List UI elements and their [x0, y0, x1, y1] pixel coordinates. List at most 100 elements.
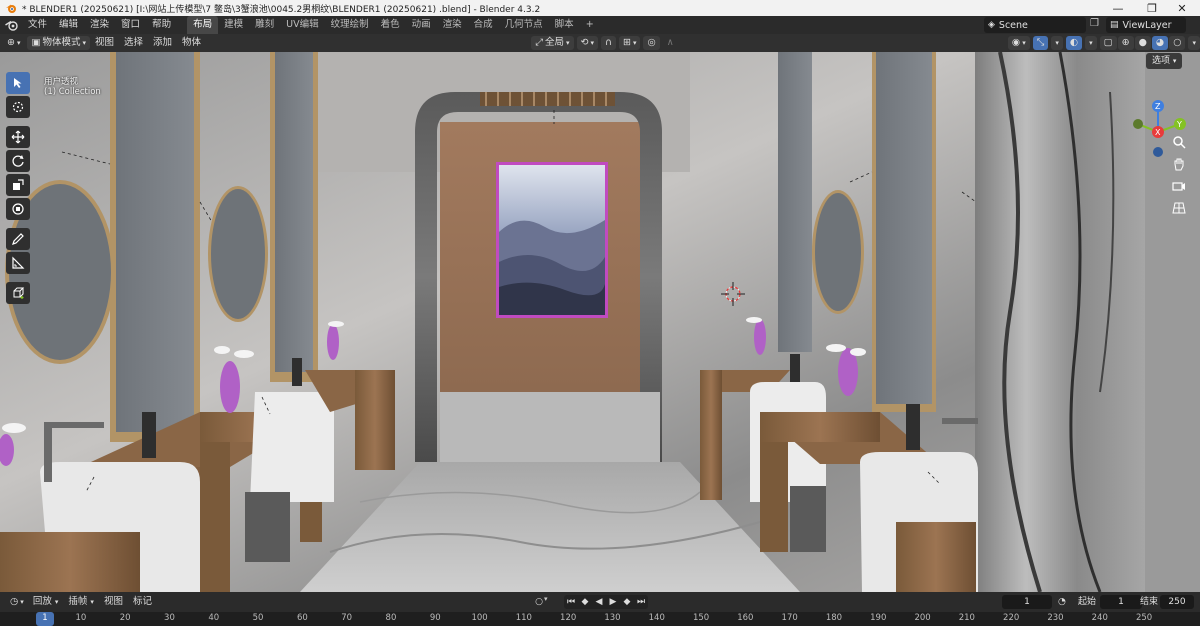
tab-animation[interactable]: 动画 [406, 16, 437, 34]
timeline-tick-label: 1 [42, 613, 48, 623]
menu-timeline-view[interactable]: 视图 [99, 595, 128, 609]
material-sphere-icon: ◕ [1155, 37, 1165, 48]
select-box-tool[interactable] [6, 72, 30, 94]
annotate-tool[interactable] [6, 228, 30, 250]
menu-marker[interactable]: 标记 [128, 595, 157, 609]
chevron-down-icon[interactable]: ▾ [544, 595, 548, 603]
add-workspace-button[interactable]: + [580, 16, 600, 34]
playback-controls: ⏮ ◆ ◀ ▶ ◆ ⏭ [564, 595, 648, 609]
camera-view-button[interactable] [1169, 176, 1189, 196]
measure-tool[interactable] [6, 252, 30, 274]
tab-modeling[interactable]: 建模 [218, 16, 249, 34]
object-mode-dropdown[interactable]: ▣ 物体模式 ▾ [27, 36, 90, 50]
maximize-button[interactable]: ❐ [1138, 0, 1166, 16]
overlay-toggle[interactable]: ◐ [1065, 36, 1083, 50]
timeline-tick-label: 90 [429, 613, 441, 623]
blender-menu-icon[interactable] [0, 20, 22, 31]
timeline-tick-label: 190 [870, 613, 887, 623]
timeline-ruler[interactable]: 1 10 20 30 40 50 60 70 80 90 100 110 120 130 140 150 160… [0, 612, 1200, 626]
snap-target-dropdown[interactable]: ⊞ ▾ [618, 36, 641, 50]
shading-rendered-button[interactable]: ○ [1169, 36, 1186, 50]
menu-playback[interactable]: 回放 ▾ [28, 595, 64, 609]
next-keyframe-button[interactable]: ◆ [620, 595, 634, 609]
move-tool[interactable] [6, 126, 30, 148]
timeline-editor-type[interactable]: ◷ ▾ [6, 595, 28, 609]
3d-viewport[interactable]: 用户透视 (1) Collection Z X Y 选项 ▾ [0, 52, 1200, 592]
jump-end-button[interactable]: ⏭ [634, 595, 648, 609]
tab-uv-editing[interactable]: UV编辑 [280, 16, 324, 34]
new-scene-icon[interactable]: ❐ [1090, 18, 1099, 29]
overlay-dropdown[interactable]: ▾ [1085, 36, 1097, 50]
tab-compositing[interactable]: 合成 [468, 16, 499, 34]
jump-end-icon: ⏭ [636, 597, 646, 607]
menu-help[interactable]: 帮助 [146, 16, 177, 34]
snap-toggle[interactable]: ∩ [601, 36, 616, 50]
tab-layout[interactable]: 布局 [187, 16, 219, 34]
overlay-icon: ◐ [1069, 37, 1079, 48]
editor-type-button[interactable]: ⊕ ▾ [3, 36, 24, 50]
tab-shading[interactable]: 着色 [375, 16, 406, 34]
gizmo-toggle[interactable]: ⤡ [1032, 36, 1049, 50]
menu-add[interactable]: 添加 [148, 36, 177, 50]
axis-y-label[interactable]: Y [1177, 120, 1182, 129]
chevron-down-icon: ▾ [82, 39, 86, 47]
tab-scripting[interactable]: 脚本 [549, 16, 580, 34]
view-layer-selector[interactable]: ▤ ViewLayer [1106, 17, 1186, 33]
start-frame-label: 起始 [1078, 597, 1097, 607]
visibility-dropdown[interactable]: ◉ ▾ [1007, 36, 1030, 50]
shading-material-button[interactable]: ◕ [1151, 36, 1169, 50]
proportional-edit-toggle[interactable]: ◎ [643, 36, 660, 50]
pivot-point-dropdown[interactable]: ⟲ ▾ [576, 36, 599, 50]
shading-dropdown[interactable]: ▾ [1188, 36, 1200, 50]
menu-file[interactable]: 文件 [22, 16, 53, 34]
timeline-tick-label: 50 [252, 613, 264, 623]
play-reverse-button[interactable]: ◀ [592, 595, 606, 609]
minimize-button[interactable]: — [1104, 0, 1132, 16]
falloff-dropdown[interactable]: ∧ [663, 36, 678, 50]
xray-toggle[interactable]: ▢ [1099, 36, 1117, 50]
add-cube-tool[interactable] [6, 282, 30, 304]
tab-geometry-nodes[interactable]: 几何节点 [499, 16, 549, 34]
transform-orientation-dropdown[interactable]: ⤢ 全局 ▾ [531, 36, 574, 50]
move-arrows-icon [11, 130, 25, 144]
menu-render[interactable]: 渲染 [84, 16, 115, 34]
play-button[interactable]: ▶ [606, 595, 620, 609]
gizmo-dropdown[interactable]: ▾ [1051, 36, 1063, 50]
pan-button[interactable] [1169, 154, 1189, 174]
axis-z-label[interactable]: Z [1155, 102, 1160, 111]
transform-tool[interactable] [6, 198, 30, 220]
start-frame-field[interactable]: 1 [1100, 595, 1142, 609]
menu-window[interactable]: 窗口 [115, 16, 146, 34]
jump-start-button[interactable]: ⏮ [564, 595, 578, 609]
prev-keyframe-button[interactable]: ◆ [578, 595, 592, 609]
falloff-icon: ∧ [666, 37, 674, 48]
shading-wireframe-button[interactable]: ⊕ [1117, 36, 1134, 50]
blender-logo-icon [4, 1, 18, 15]
viewport-header: ⊕ ▾ ▣ 物体模式 ▾ 视图 选择 添加 物体 ⤢ 全局 ▾ ⟲ ▾ ∩ ⊞ ▾ ◎… [0, 34, 1200, 52]
shading-solid-button[interactable]: ● [1134, 36, 1151, 50]
menu-view[interactable]: 视图 [90, 36, 119, 50]
axis-x-label[interactable]: X [1155, 128, 1160, 137]
timeline-tick-label: 60 [296, 613, 308, 623]
options-dropdown[interactable]: 选项 ▾ [1146, 53, 1183, 69]
zoom-button[interactable] [1169, 132, 1189, 152]
tab-texture-paint[interactable]: 纹理绘制 [325, 16, 375, 34]
menu-keying[interactable]: 插帧 ▾ [63, 595, 99, 609]
scene-name: Scene [998, 19, 1028, 31]
scale-tool[interactable] [6, 174, 30, 196]
perspective-toggle-button[interactable] [1169, 198, 1189, 218]
end-frame-field[interactable]: 250 [1160, 595, 1194, 609]
scene-selector[interactable]: ◈ Scene [984, 17, 1086, 33]
menu-edit[interactable]: 编辑 [53, 16, 84, 34]
snap-grid-icon: ⊞ [622, 37, 631, 48]
cursor-tool[interactable] [6, 96, 30, 118]
tab-rendering[interactable]: 渲染 [437, 16, 468, 34]
rotate-tool[interactable] [6, 150, 30, 172]
tab-sculpting[interactable]: 雕刻 [249, 16, 280, 34]
menu-object[interactable]: 物体 [177, 36, 206, 50]
stopwatch-icon[interactable]: ◔ [1058, 596, 1066, 608]
current-frame-field[interactable]: 1 [1002, 595, 1052, 609]
close-button[interactable]: ✕ [1168, 0, 1196, 16]
menu-select[interactable]: 选择 [119, 36, 148, 50]
timeline-tick-label: 210 [958, 613, 975, 623]
